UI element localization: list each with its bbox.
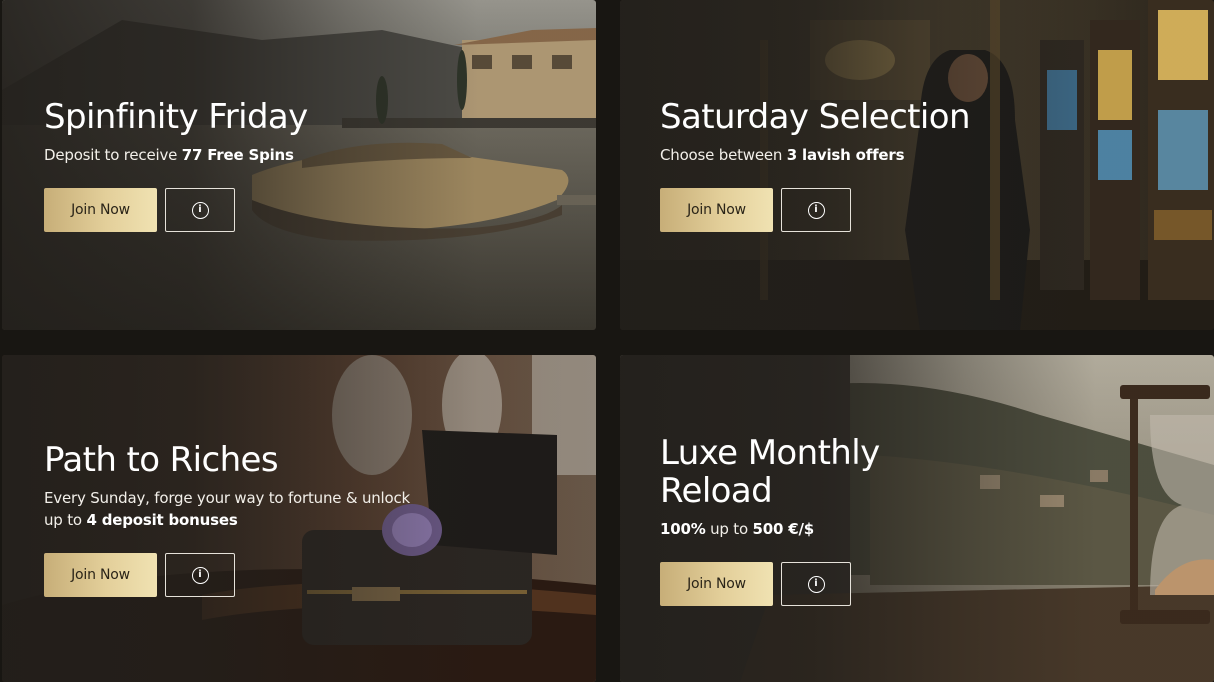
promo-actions: Join Now i bbox=[44, 188, 308, 232]
join-now-button[interactable]: Join Now bbox=[660, 188, 773, 232]
info-icon: i bbox=[191, 201, 209, 219]
promo-actions: Join Now i bbox=[660, 562, 880, 606]
promotions-grid: Spinfinity Friday Deposit to receive 77 … bbox=[0, 0, 1214, 682]
join-now-button[interactable]: Join Now bbox=[44, 188, 157, 232]
promo-title: Saturday Selection bbox=[660, 97, 971, 137]
info-button[interactable]: i bbox=[781, 562, 851, 606]
info-button[interactable]: i bbox=[781, 188, 851, 232]
promo-description: Deposit to receive 77 Free Spins bbox=[44, 146, 294, 164]
promo-description: Every Sunday, forge your way to fortune … bbox=[44, 489, 411, 529]
promo-card-spinfinity-friday: Spinfinity Friday Deposit to receive 77 … bbox=[2, 0, 596, 330]
promo-content: Luxe Monthly Reload 100% up to 500 €/$ Jo… bbox=[660, 434, 880, 606]
promo-actions: Join Now i bbox=[44, 553, 410, 597]
promo-description: 100% up to 500 €/$ bbox=[660, 520, 815, 538]
promo-content: Path to Riches Every Sunday, forge your … bbox=[44, 441, 410, 597]
promo-content: Saturday Selection Choose between 3 lavi… bbox=[660, 97, 971, 232]
promo-description: Choose between 3 lavish offers bbox=[660, 146, 905, 164]
promo-title: Path to Riches bbox=[44, 440, 279, 480]
promo-content: Spinfinity Friday Deposit to receive 77 … bbox=[44, 98, 308, 232]
promo-card-saturday-selection: Saturday Selection Choose between 3 lavi… bbox=[620, 0, 1214, 330]
promo-card-luxe-monthly-reload: Luxe Monthly Reload 100% up to 500 €/$ Jo… bbox=[620, 355, 1214, 682]
promo-title: Luxe Monthly Reload bbox=[660, 433, 880, 511]
info-button[interactable]: i bbox=[165, 188, 235, 232]
join-now-button[interactable]: Join Now bbox=[660, 562, 773, 606]
promo-actions: Join Now i bbox=[660, 188, 970, 232]
promo-card-path-to-riches: Path to Riches Every Sunday, forge your … bbox=[2, 355, 596, 682]
info-icon: i bbox=[807, 201, 825, 219]
promo-title: Spinfinity Friday bbox=[44, 97, 308, 137]
info-icon: i bbox=[807, 575, 825, 593]
info-icon: i bbox=[191, 566, 209, 584]
join-now-button[interactable]: Join Now bbox=[44, 553, 157, 597]
info-button[interactable]: i bbox=[165, 553, 235, 597]
